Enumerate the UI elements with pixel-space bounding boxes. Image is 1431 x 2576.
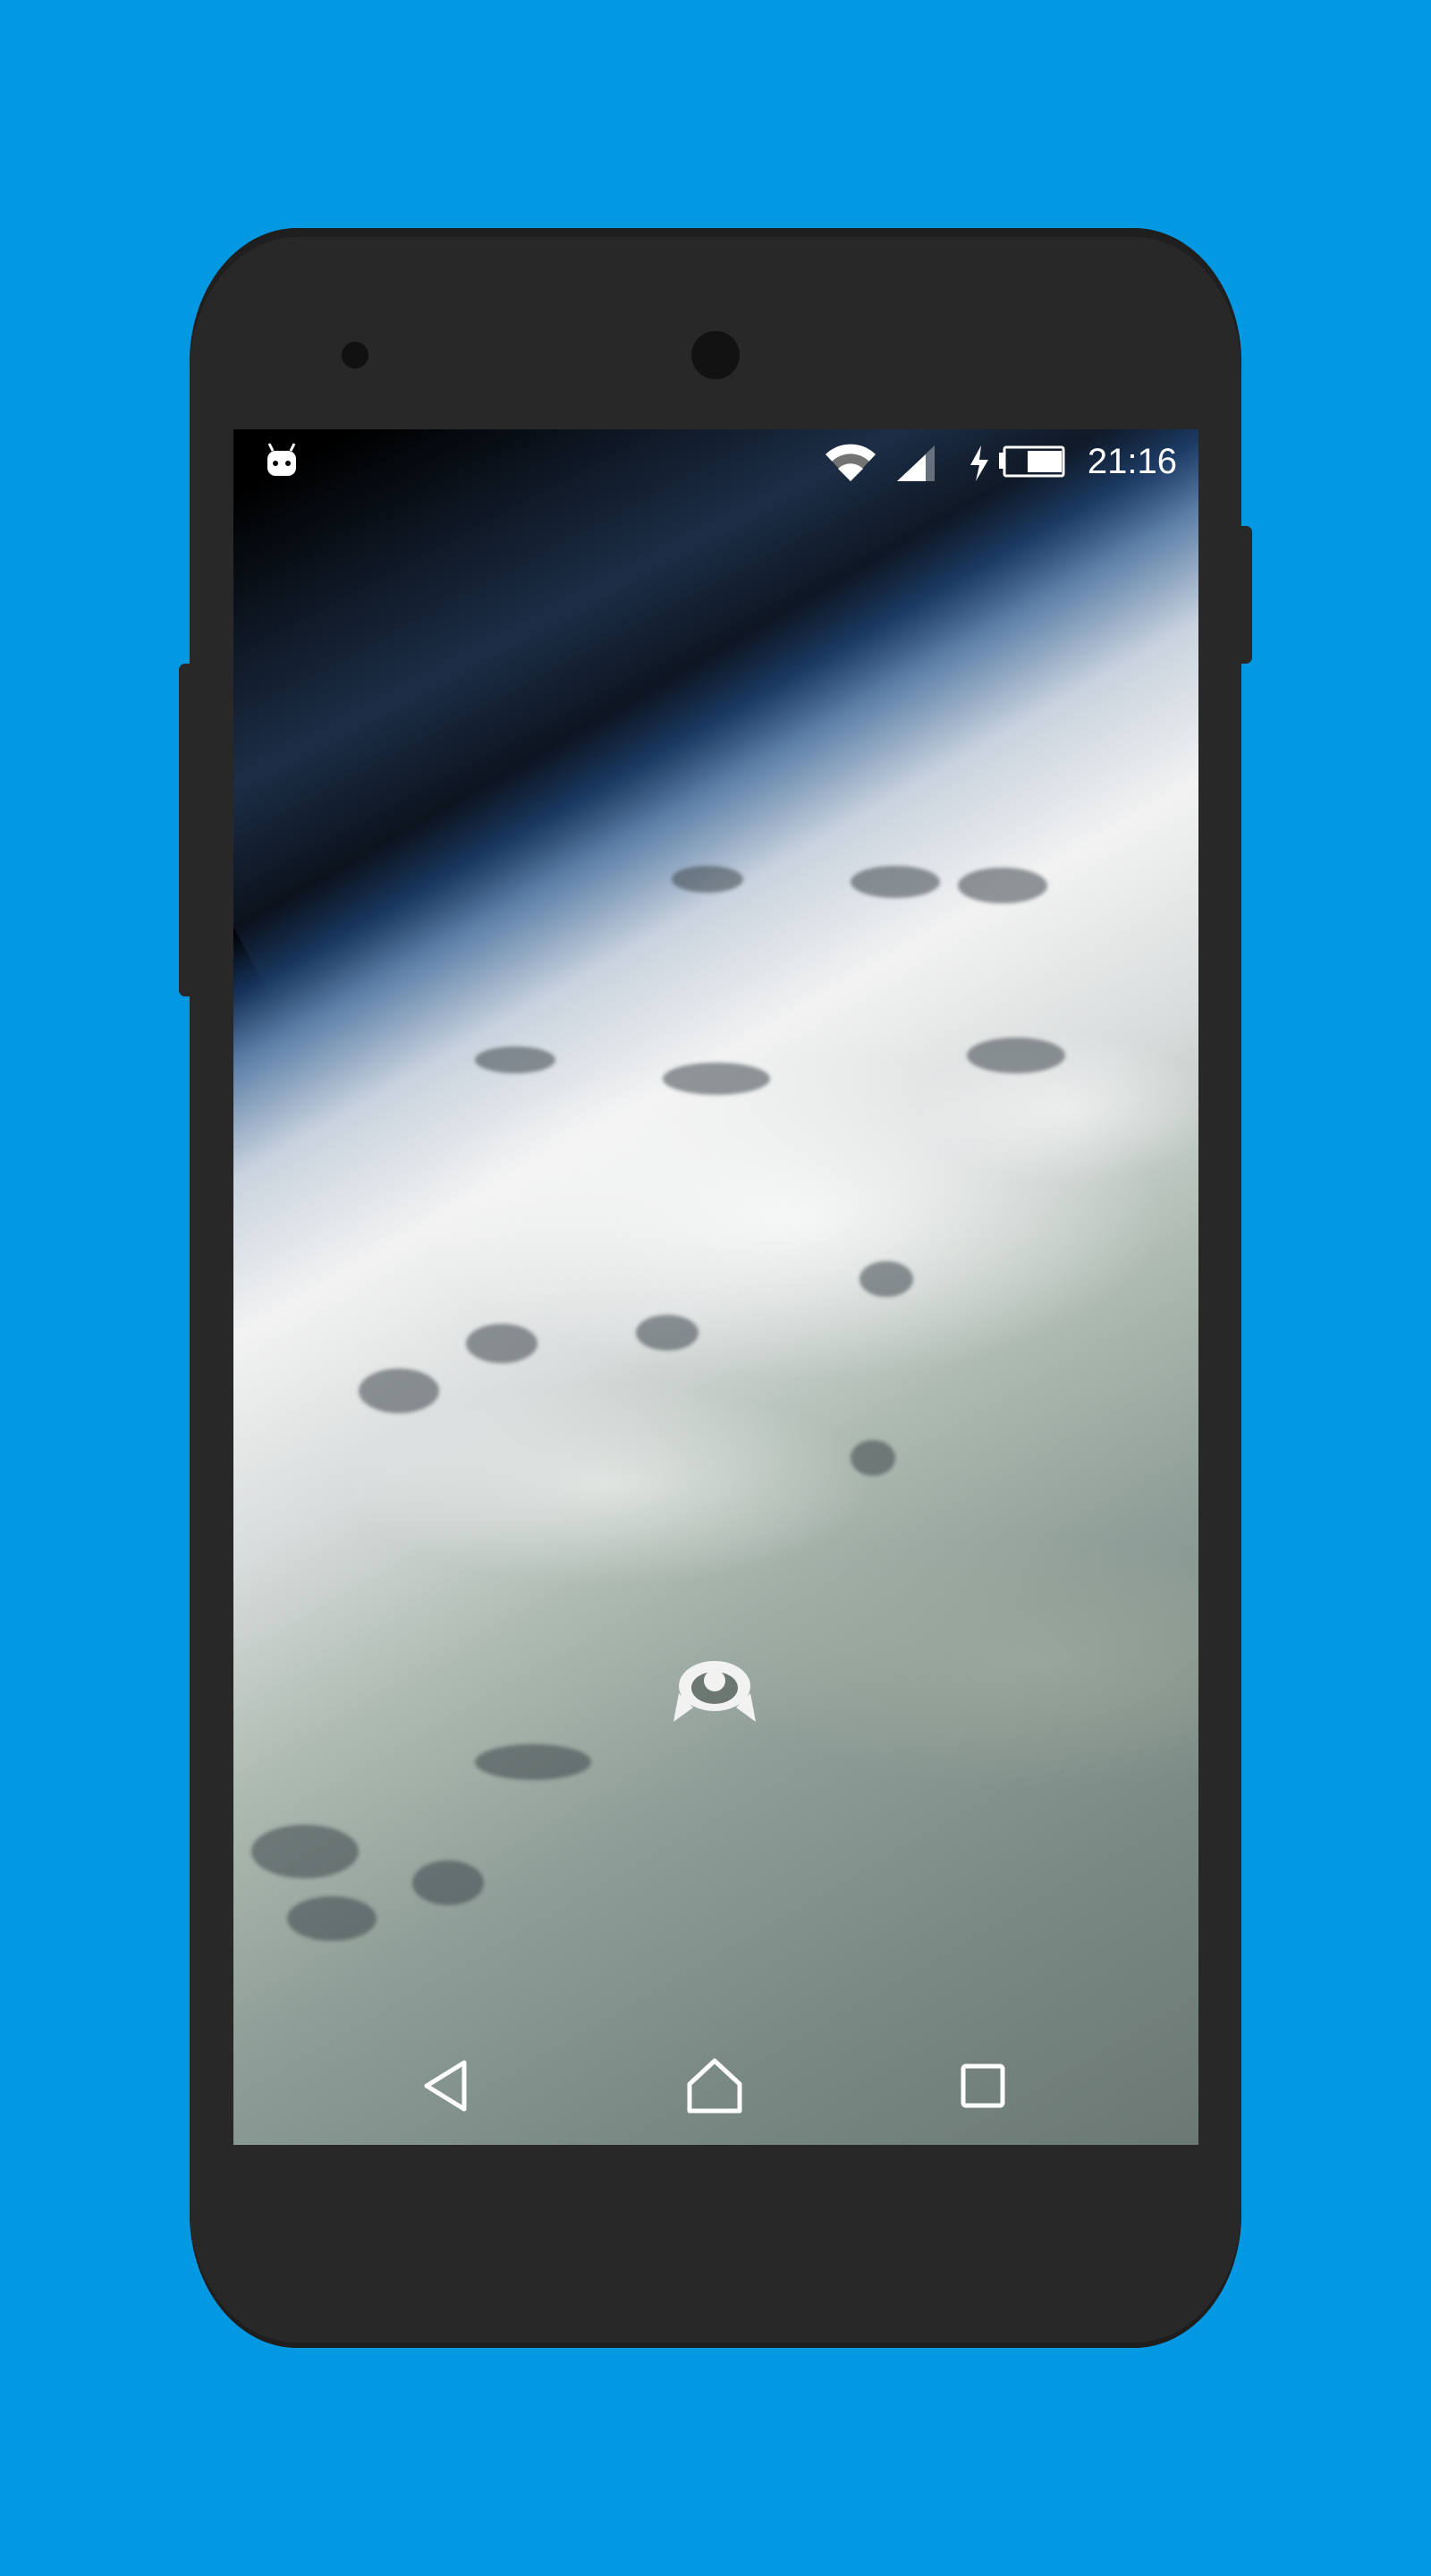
back-icon [421, 2059, 471, 2117]
cumulus-cloud [851, 866, 940, 898]
android-debug-icon [266, 442, 298, 482]
cumulus-cloud [636, 1315, 699, 1351]
recents-button[interactable] [942, 2046, 1024, 2129]
back-button[interactable] [405, 2046, 487, 2129]
home-button[interactable] [673, 2046, 756, 2129]
wifi-icon [824, 442, 877, 487]
cumulus-cloud [475, 1744, 591, 1780]
earth-horizon [233, 429, 1198, 1002]
phone-top-curve [190, 228, 1241, 335]
cumulus-cloud [663, 1063, 770, 1095]
cumulus-cloud [475, 1046, 555, 1073]
cumulus-cloud [958, 868, 1047, 903]
cumulus-cloud [967, 1038, 1065, 1073]
home-screen[interactable]: 21:16 [233, 429, 1198, 2145]
recents-icon [960, 2063, 1006, 2114]
status-bar[interactable]: 21:16 [233, 429, 1198, 494]
app-logo-icon[interactable] [672, 1657, 758, 1729]
cell-signal-icon [895, 444, 936, 487]
home-icon [686, 2057, 743, 2119]
cumulus-cloud [287, 1896, 377, 1941]
cumulus-cloud [466, 1324, 538, 1363]
cumulus-cloud [359, 1368, 439, 1413]
cumulus-cloud [672, 866, 743, 893]
navigation-bar[interactable] [233, 2030, 1198, 2145]
cumulus-cloud [859, 1261, 913, 1297]
front-camera [691, 331, 740, 379]
cumulus-cloud [251, 1825, 359, 1878]
status-clock: 21:16 [1087, 442, 1177, 481]
battery-charging-icon [969, 444, 1067, 487]
cumulus-cloud [412, 1860, 484, 1905]
proximity-sensor [342, 342, 368, 369]
cumulus-cloud [851, 1440, 895, 1476]
power-button[interactable] [1240, 526, 1252, 664]
